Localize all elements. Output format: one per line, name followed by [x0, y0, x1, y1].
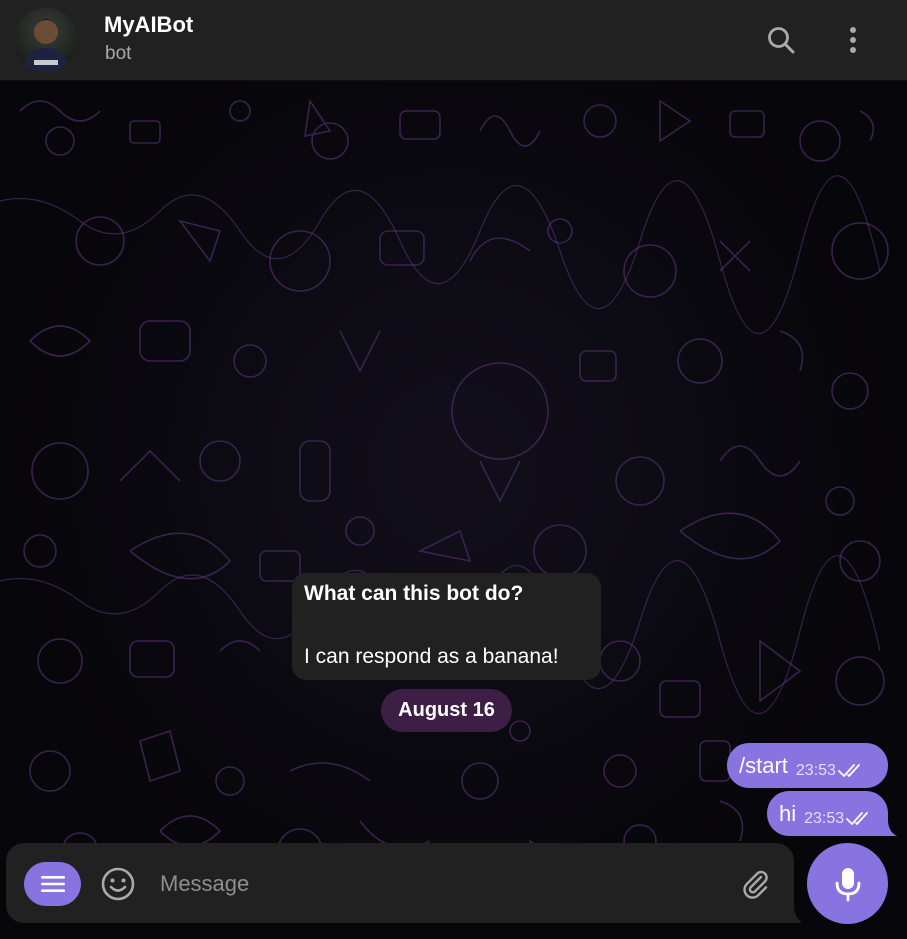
- menu-icon: [40, 876, 65, 892]
- bubble-tail: [885, 822, 897, 836]
- bot-description-card: What can this bot do? I can respond as a…: [292, 573, 601, 680]
- bot-avatar[interactable]: [14, 8, 78, 72]
- microphone-icon: [835, 867, 860, 901]
- voice-record-button[interactable]: [807, 843, 888, 924]
- bot-menu-button[interactable]: [24, 862, 81, 906]
- message-meta: 23:53: [804, 810, 872, 828]
- paperclip-icon: [743, 870, 768, 899]
- chat-header: MyAIBot bot: [0, 0, 907, 81]
- message-time: 23:53: [804, 809, 845, 827]
- outgoing-message[interactable]: hi 23:53: [767, 791, 888, 836]
- bot-description-text: I can respond as a banana!: [304, 645, 559, 668]
- message-text: hi: [779, 800, 797, 826]
- message-time: 23:53: [795, 761, 836, 779]
- double-check-icon: [838, 763, 860, 777]
- search-icon: [768, 27, 795, 54]
- more-options-button[interactable]: [831, 18, 875, 62]
- smile-icon: [101, 867, 135, 901]
- message-text: /start: [739, 752, 788, 778]
- emoji-button[interactable]: [97, 862, 139, 906]
- message-meta: 23:53: [796, 762, 864, 780]
- attach-button[interactable]: [734, 862, 776, 906]
- telegram-chat-window: MyAIBot bot What can this bot do? I can …: [0, 0, 907, 939]
- composer-tail: [790, 903, 802, 923]
- outgoing-message[interactable]: /start 23:53: [727, 743, 888, 788]
- chat-title: MyAIBot: [104, 12, 194, 37]
- date-separator[interactable]: August 16: [381, 689, 512, 732]
- avatar-image: [22, 19, 70, 72]
- more-vertical-icon: [850, 27, 856, 53]
- double-check-icon: [846, 811, 869, 825]
- search-button[interactable]: [759, 18, 803, 62]
- message-input[interactable]: [160, 864, 720, 904]
- chat-subtitle: bot: [105, 43, 132, 64]
- bot-description-title: What can this bot do?: [304, 582, 524, 605]
